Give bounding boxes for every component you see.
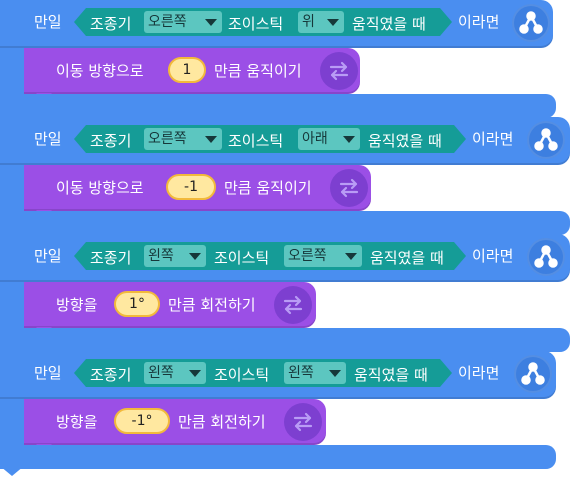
remote-side-dropdown[interactable]: 오른쪽 <box>144 11 222 33</box>
if-block-footer <box>0 445 556 469</box>
action-suffix-label: 만큼 회전하기 <box>168 296 256 314</box>
if-block[interactable]: 만일 조종기 오른쪽 조이스틱 아래 움직였을 때 이라면 이동 방향으로 -1… <box>0 117 572 242</box>
remote-side-dropdown[interactable]: 왼쪽 <box>144 245 206 267</box>
if-block-header[interactable]: 만일 조종기 왼쪽 조이스틱 왼쪽 움직였을 때 이라면 <box>0 351 556 399</box>
branch-icon <box>527 238 565 276</box>
dropdown-value: 오른쪽 <box>288 248 327 264</box>
swap-arrows-icon <box>320 52 358 90</box>
condition-subject: 조종기 <box>90 15 132 33</box>
angle-input[interactable]: 1° <box>114 291 160 317</box>
remote-side-dropdown[interactable]: 오른쪽 <box>144 128 222 150</box>
remote-joystick-condition[interactable]: 조종기 왼쪽 조이스틱 오른쪽 움직였을 때 <box>74 242 466 270</box>
condition-joystick-label: 조이스틱 <box>228 132 284 150</box>
remote-side-dropdown[interactable]: 왼쪽 <box>144 362 206 384</box>
action-suffix-label: 만큼 움직이기 <box>224 179 312 197</box>
action-prefix-label: 방향을 <box>56 296 98 314</box>
dropdown-value: 왼쪽 <box>148 365 174 381</box>
dropdown-arrow-icon <box>329 370 341 377</box>
condition-subject: 조종기 <box>90 249 132 267</box>
action-prefix-label: 이동 방향으로 <box>56 62 144 80</box>
then-label: 이라면 <box>458 364 500 382</box>
condition-subject: 조종기 <box>90 132 132 150</box>
if-block-header[interactable]: 만일 조종기 왼쪽 조이스틱 오른쪽 움직였을 때 이라면 <box>0 234 570 282</box>
move-forward-block[interactable]: 이동 방향으로 -1 만큼 움직이기 <box>24 165 371 218</box>
remote-joystick-condition[interactable]: 조종기 오른쪽 조이스틱 위 움직였을 때 <box>74 8 452 36</box>
dropdown-arrow-icon <box>345 253 357 260</box>
condition-subject: 조종기 <box>90 366 132 384</box>
if-block-spine <box>0 157 24 219</box>
block-connector <box>0 466 24 476</box>
swap-arrows-icon <box>284 403 322 441</box>
condition-end-label: 움직였을 때 <box>368 132 442 150</box>
rotate-block[interactable]: 방향을 -1° 만큼 회전하기 <box>24 399 326 452</box>
if-label: 만일 <box>34 247 62 265</box>
if-block-header[interactable]: 만일 조종기 오른쪽 조이스틱 위 움직였을 때 이라면 <box>0 0 553 48</box>
number-input[interactable]: 1 <box>168 57 206 83</box>
move-forward-block[interactable]: 이동 방향으로 1 만큼 움직이기 <box>24 48 360 101</box>
dropdown-value: 오른쪽 <box>148 131 187 147</box>
dropdown-arrow-icon <box>205 136 217 143</box>
condition-end-label: 움직였을 때 <box>370 249 444 267</box>
dropdown-value: 오른쪽 <box>148 14 187 30</box>
then-label: 이라면 <box>472 130 514 148</box>
if-block-footer <box>0 211 570 235</box>
action-suffix-label: 만큼 움직이기 <box>214 62 302 80</box>
if-block[interactable]: 만일 조종기 왼쪽 조이스틱 오른쪽 움직였을 때 이라면 방향을 1° 만큼 … <box>0 234 572 359</box>
branch-icon <box>514 355 552 393</box>
remote-joystick-condition[interactable]: 조종기 오른쪽 조이스틱 아래 움직였을 때 <box>74 125 466 153</box>
then-label: 이라면 <box>458 13 500 31</box>
direction-dropdown[interactable]: 오른쪽 <box>284 245 362 267</box>
dropdown-value: 아래 <box>302 131 328 147</box>
rotate-block[interactable]: 방향을 1° 만큼 회전하기 <box>24 282 316 335</box>
dropdown-value: 위 <box>302 14 315 30</box>
condition-end-label: 움직였을 때 <box>354 366 428 384</box>
direction-dropdown[interactable]: 아래 <box>298 128 360 150</box>
dropdown-arrow-icon <box>205 19 217 26</box>
if-block-spine <box>0 274 24 336</box>
if-label: 만일 <box>34 364 62 382</box>
if-label: 만일 <box>34 13 62 31</box>
number-input[interactable]: -1 <box>166 174 216 200</box>
if-block-footer <box>0 94 556 118</box>
branch-icon <box>512 4 550 42</box>
remote-joystick-condition[interactable]: 조종기 왼쪽 조이스틱 왼쪽 움직였을 때 <box>74 359 452 387</box>
condition-joystick-label: 조이스틱 <box>214 366 270 384</box>
direction-dropdown[interactable]: 위 <box>298 11 344 33</box>
if-block-spine <box>0 40 24 102</box>
action-prefix-label: 이동 방향으로 <box>56 179 144 197</box>
direction-dropdown[interactable]: 왼쪽 <box>284 362 346 384</box>
then-label: 이라면 <box>472 247 514 265</box>
condition-end-label: 움직였을 때 <box>352 15 426 33</box>
swap-arrows-icon <box>330 169 368 207</box>
dropdown-arrow-icon <box>189 370 201 377</box>
if-label: 만일 <box>34 130 62 148</box>
branch-icon <box>527 121 565 159</box>
dropdown-arrow-icon <box>189 253 201 260</box>
angle-input[interactable]: -1° <box>114 408 170 434</box>
if-block[interactable]: 만일 조종기 왼쪽 조이스틱 왼쪽 움직였을 때 이라면 방향을 -1° 만큼 … <box>0 351 572 476</box>
action-prefix-label: 방향을 <box>56 413 98 431</box>
dropdown-arrow-icon <box>327 19 339 26</box>
dropdown-arrow-icon <box>343 136 355 143</box>
if-block-header[interactable]: 만일 조종기 오른쪽 조이스틱 아래 움직였을 때 이라면 <box>0 117 570 165</box>
if-block[interactable]: 만일 조종기 오른쪽 조이스틱 위 움직였을 때 이라면 이동 방향으로 1 만… <box>0 0 572 125</box>
dropdown-value: 왼쪽 <box>148 248 174 264</box>
if-block-spine <box>0 391 24 453</box>
action-suffix-label: 만큼 회전하기 <box>178 413 266 431</box>
condition-joystick-label: 조이스틱 <box>214 249 270 267</box>
swap-arrows-icon <box>274 286 312 324</box>
condition-joystick-label: 조이스틱 <box>228 15 284 33</box>
if-block-footer <box>0 328 570 352</box>
dropdown-value: 왼쪽 <box>288 365 314 381</box>
